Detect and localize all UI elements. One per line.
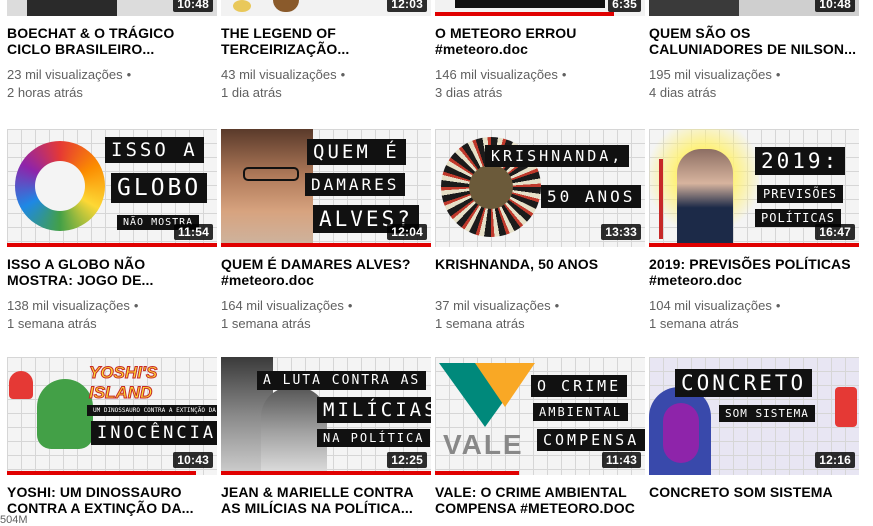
video-title[interactable]: KRISHNANDA, 50 ANOS bbox=[435, 256, 645, 288]
video-thumbnail[interactable]: A LUTA CONTRA AS MILÍCIAS NA POLÍTICA 12… bbox=[221, 357, 431, 475]
video-meta: 138 mil visualizações • 1 semana atrás bbox=[7, 298, 139, 331]
video-thumbnail[interactable]: QUEM É DAMARES ALVES? 12:04 bbox=[221, 129, 431, 247]
thumb-text: AMBIENTAL bbox=[533, 403, 629, 421]
video-card[interactable]: YOSHI'S ISLAND UM DINOSSAURO CONTRA A EX… bbox=[7, 357, 217, 516]
video-card[interactable]: 10:48 BOECHAT & O TRÁGICO CICLO BRASILEIR… bbox=[7, 0, 217, 102]
video-meta: 43 mil visualizações • 1 dia atrás bbox=[221, 67, 346, 100]
video-title[interactable]: QUEM É DAMARES ALVES? #meteoro.doc bbox=[221, 256, 431, 288]
watch-progress-bar bbox=[649, 243, 859, 247]
duration-badge: 10:48 bbox=[815, 0, 855, 12]
video-card[interactable]: ISSO A GLOBO NÃO MOSTRA 11:54 ISSO A GLO… bbox=[7, 129, 217, 333]
watch-progress-bar bbox=[221, 471, 431, 475]
duration-badge: 12:16 bbox=[815, 452, 855, 468]
thumb-text: GLOBO bbox=[111, 173, 208, 203]
video-title[interactable]: O METEORO ERROU #meteoro.doc bbox=[435, 25, 645, 57]
cut-off-text: 504M bbox=[0, 514, 28, 526]
video-card[interactable]: QUEM É DAMARES ALVES? 12:04 QUEM É DAMAR… bbox=[221, 129, 431, 333]
video-title[interactable]: VALE: O CRIME AMBIENTAL COMPENSA #meteoro… bbox=[435, 484, 645, 516]
video-card[interactable]: CONCRETO SOM SISTEMA 12:16 CONCRETO SOM … bbox=[649, 357, 859, 516]
video-card[interactable]: 12:03 THE LEGEND OF TERCEIRIZAÇÃO... 43 m… bbox=[221, 0, 431, 102]
duration-badge: 13:33 bbox=[601, 224, 641, 240]
video-card[interactable]: 2019: PREVISÕES POLÍTICAS 16:47 2019: PR… bbox=[649, 129, 859, 333]
duration-badge: 6:35 bbox=[608, 0, 641, 12]
thumb-text: KRISHNANDA, bbox=[485, 145, 630, 167]
thumb-text: A LUTA CONTRA AS bbox=[257, 371, 427, 390]
video-title[interactable]: YOSHI: UM DINOSSAURO CONTRA A EXTINÇÃO DA… bbox=[7, 484, 217, 516]
video-meta: 23 mil visualizações • 2 horas atrás bbox=[7, 67, 132, 100]
duration-badge: 10:48 bbox=[173, 0, 213, 12]
video-meta: 195 mil visualizações • 4 dias atrás bbox=[649, 67, 781, 100]
video-title[interactable]: ISSO A GLOBO NÃO MOSTRA: JOGO DE... bbox=[7, 256, 217, 288]
video-title[interactable]: CONCRETO SOM SISTEMA bbox=[649, 484, 859, 516]
watch-progress-bar bbox=[435, 471, 519, 475]
video-title[interactable]: 2019: PREVISÕES POLÍTICAS #meteoro.doc bbox=[649, 256, 859, 288]
video-card[interactable]: VALE O CRIME AMBIENTAL COMPENSA 11:43 VA… bbox=[435, 357, 645, 516]
thumb-text: DAMARES bbox=[305, 173, 406, 196]
video-thumbnail[interactable]: 6:35 bbox=[435, 0, 645, 16]
thumb-text: 50 ANOS bbox=[541, 185, 642, 208]
thumb-text: ISSO A bbox=[105, 137, 204, 163]
duration-badge: 16:47 bbox=[815, 224, 855, 240]
thumb-text: NA POLÍTICA bbox=[317, 429, 431, 447]
yoshi-icon bbox=[37, 379, 93, 449]
duration-badge: 10:43 bbox=[173, 452, 213, 468]
video-thumbnail[interactable]: ISSO A GLOBO NÃO MOSTRA 11:54 bbox=[7, 129, 217, 247]
video-card[interactable]: KRISHNANDA, 50 ANOS 13:33 KRISHNANDA, 50… bbox=[435, 129, 645, 333]
video-meta: 104 mil visualizações • 1 semana atrás bbox=[649, 298, 781, 331]
thumb-text: O CRIME bbox=[531, 375, 628, 397]
video-title[interactable]: QUEM SÃO OS CALUNIADORES DE NILSON... bbox=[649, 25, 859, 57]
thumb-text: QUEM É bbox=[307, 139, 406, 165]
video-meta: 146 mil visualizações • 3 dias atrás bbox=[435, 67, 567, 100]
video-thumbnail[interactable]: CONCRETO SOM SISTEMA 12:16 bbox=[649, 357, 859, 475]
video-card[interactable]: 10:48 QUEM SÃO OS CALUNIADORES DE NILSON.… bbox=[649, 0, 859, 102]
duration-badge: 12:25 bbox=[387, 452, 427, 468]
duration-badge: 11:54 bbox=[173, 224, 213, 240]
watch-progress-bar bbox=[221, 243, 431, 247]
thumb-text: PREVISÕES bbox=[757, 185, 844, 203]
video-card[interactable]: A LUTA CONTRA AS MILÍCIAS NA POLÍTICA 12… bbox=[221, 357, 431, 516]
thumb-text: MILÍCIAS bbox=[317, 397, 431, 423]
video-title[interactable]: JEAN & MARIELLE CONTRA AS MILÍCIAS NA POL… bbox=[221, 484, 431, 516]
person-photo bbox=[677, 149, 733, 247]
watch-progress-bar bbox=[7, 471, 196, 475]
vale-logo-text: VALE bbox=[443, 429, 524, 460]
video-thumbnail[interactable]: YOSHI'S ISLAND UM DINOSSAURO CONTRA A EX… bbox=[7, 357, 217, 475]
video-thumbnail[interactable]: 2019: PREVISÕES POLÍTICAS 16:47 bbox=[649, 129, 859, 247]
video-thumbnail[interactable]: KRISHNANDA, 50 ANOS 13:33 bbox=[435, 129, 645, 247]
thumb-text: INOCÊNCIA bbox=[91, 421, 217, 445]
thumb-text: 2019: bbox=[755, 147, 846, 175]
mario-icon bbox=[9, 371, 33, 399]
thumb-logo-text: YOSHI'S ISLAND bbox=[89, 363, 158, 403]
video-thumbnail[interactable]: 10:48 bbox=[649, 0, 859, 16]
video-title[interactable]: BOECHAT & O TRÁGICO CICLO BRASILEIRO... bbox=[7, 25, 217, 57]
thumb-text: CONCRETO bbox=[675, 369, 813, 397]
video-thumbnail[interactable]: 12:03 bbox=[221, 0, 431, 16]
thumb-text: COMPENSA bbox=[537, 429, 645, 451]
person-photo bbox=[221, 129, 313, 247]
duration-badge: 12:04 bbox=[387, 224, 427, 240]
video-meta: 164 mil visualizações • 1 semana atrás bbox=[221, 298, 353, 331]
video-meta: 37 mil visualizações • 1 semana atrás bbox=[435, 298, 560, 331]
watch-progress-bar bbox=[435, 12, 614, 16]
duration-badge: 11:43 bbox=[601, 452, 641, 468]
duration-badge: 12:03 bbox=[387, 0, 427, 12]
video-thumbnail[interactable]: VALE O CRIME AMBIENTAL COMPENSA 11:43 bbox=[435, 357, 645, 475]
video-thumbnail[interactable]: 10:48 bbox=[7, 0, 217, 16]
video-title[interactable]: THE LEGEND OF TERCEIRIZAÇÃO... bbox=[221, 25, 431, 57]
thumb-text: SOM SISTEMA bbox=[719, 405, 815, 422]
thumb-text: UM DINOSSAURO CONTRA A EXTINÇÃO DA bbox=[87, 405, 217, 416]
video-card[interactable]: 6:35 O METEORO ERROU #meteoro.doc 146 mil… bbox=[435, 0, 645, 102]
watch-progress-bar bbox=[7, 243, 217, 247]
